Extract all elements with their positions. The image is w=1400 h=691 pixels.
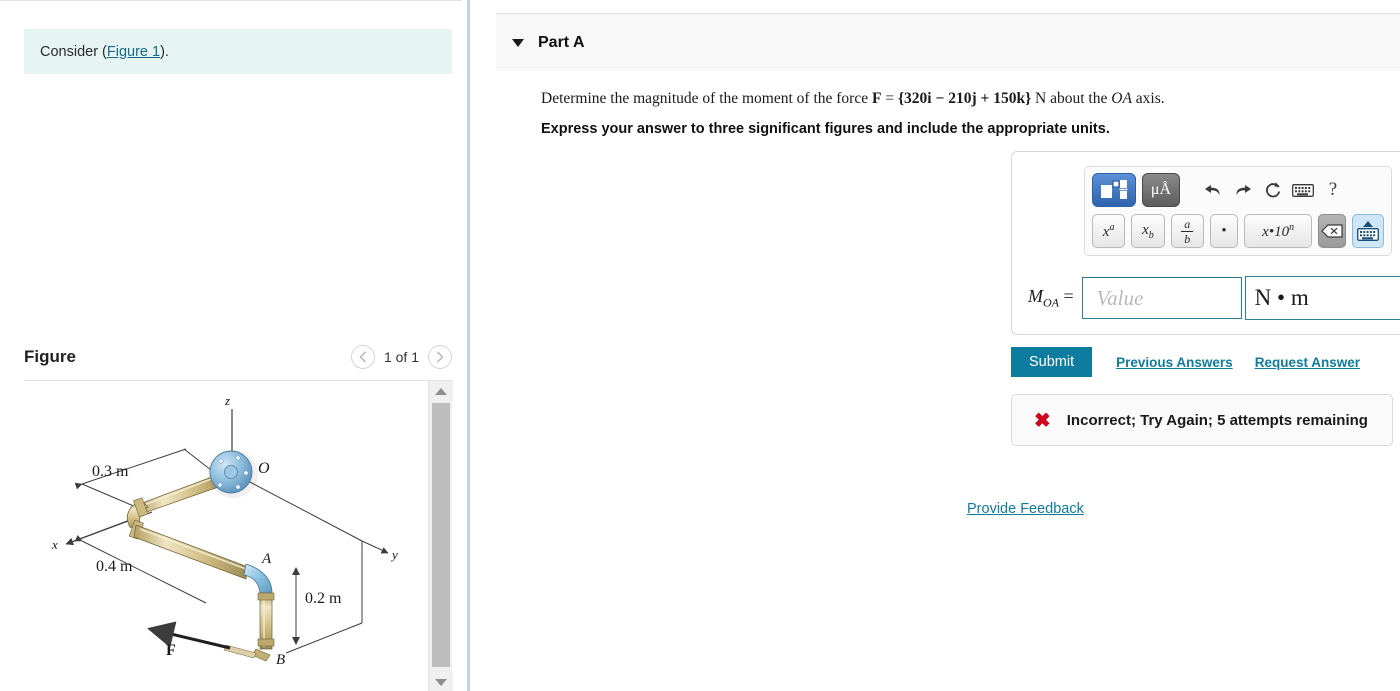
submit-button[interactable]: Submit (1011, 347, 1093, 377)
page-root: Consider (Figure 1). Figure 1 of 1 z x y… (0, 0, 1400, 691)
x-error-icon: ✖ (1034, 409, 1051, 432)
collapse-up-arrow-icon (1363, 221, 1374, 227)
answer-card: μÅ ? xa xb a b • x•10n MOA = Value N • m (1011, 151, 1400, 335)
scientific-notation-icon: x•10n (1262, 221, 1295, 240)
superscript-button[interactable]: xa (1092, 214, 1126, 248)
keyboard-button[interactable] (1288, 176, 1318, 204)
figure-navigation: 1 of 1 (350, 345, 452, 369)
dot-product-icon: • (1221, 222, 1227, 239)
svg-text:O: O (258, 460, 270, 477)
scrollbar-thumb[interactable] (432, 403, 450, 667)
submit-row: Submit Previous Answers Request Answer (1011, 347, 1360, 377)
scroll-down-arrow-icon (435, 678, 447, 686)
toolbar-row-bottom: xa xb a b • x•10n (1092, 214, 1384, 248)
caret-down-icon[interactable] (512, 38, 524, 47)
answer-units-input[interactable]: N • m (1244, 276, 1400, 320)
figure-title: Figure (24, 347, 76, 366)
consider-callout: Consider (Figure 1). (24, 29, 452, 74)
scroll-down-button[interactable] (429, 672, 453, 691)
undo-arrow-icon (1205, 185, 1220, 195)
pipe-assembly-diagram: z x y 0.3 m 0.4 m 0.2 m A B F O (51, 393, 398, 668)
reset-button[interactable] (1258, 176, 1288, 204)
fraction-a-over-b-icon: a b (1181, 218, 1194, 245)
chevron-right-icon (436, 351, 444, 363)
x-subscript-b-icon: xb (1142, 221, 1154, 241)
question-text-part-3: axis. (1131, 90, 1165, 107)
question-equals: = (881, 90, 898, 107)
answer-value-input[interactable]: Value (1081, 277, 1242, 319)
axis-symbol: OA (1111, 90, 1132, 107)
consider-prefix: Consider ( (40, 43, 107, 60)
help-button[interactable]: ? (1318, 176, 1348, 204)
question-statement: Determine the magnitude of the moment of… (541, 88, 1380, 110)
figure-scrollbar[interactable] (428, 381, 453, 691)
part-a-header[interactable]: Part A (496, 13, 1400, 71)
redo-arrow-icon (1236, 185, 1251, 195)
force-vector-value: {320i − 210j + 150k} (897, 90, 1032, 107)
backspace-button[interactable] (1318, 214, 1347, 248)
question-text-part-2: about the (1046, 90, 1112, 107)
svg-text:0.2 m: 0.2 m (305, 590, 342, 607)
x-superscript-a-icon: xa (1102, 221, 1115, 240)
answer-equals: = (1063, 285, 1074, 306)
figure-1-link[interactable]: Figure 1 (107, 44, 160, 60)
chevron-left-icon (359, 351, 367, 363)
math-template-button[interactable] (1092, 173, 1136, 207)
answer-symbol: M (1028, 285, 1043, 306)
question-panel: Part A Determine the magnitude of the mo… (470, 0, 1400, 691)
math-template-icon (1101, 180, 1128, 199)
feedback-status-box: ✖ Incorrect; Try Again; 5 attempts remai… (1011, 394, 1393, 446)
scroll-up-arrow-icon (435, 387, 447, 395)
previous-answers-link[interactable]: Previous Answers (1116, 355, 1233, 370)
question-text-part-1: Determine the magnitude of the moment of… (541, 90, 872, 107)
panel-top-rule (0, 0, 462, 1)
answer-value-placeholder: Value (1096, 285, 1144, 310)
math-toolbar: μÅ ? xa xb a b • x•10n (1084, 166, 1392, 256)
subscript-button[interactable]: xb (1131, 214, 1165, 248)
figure-page-count: 1 of 1 (383, 349, 419, 365)
consider-suffix: ). (160, 43, 169, 60)
figure-image: z x y 0.3 m 0.4 m 0.2 m A B F O (24, 381, 428, 691)
answer-symbol-subscript: OA (1043, 295, 1059, 310)
reset-circular-arrow-icon (1266, 182, 1281, 198)
toggle-keyboard-button[interactable] (1352, 214, 1384, 248)
svg-text:0.3 m: 0.3 m (92, 463, 129, 480)
figure-prev-button[interactable] (350, 345, 375, 369)
answer-row: MOA = Value N • m (1028, 276, 1400, 320)
question-mark-icon: ? (1328, 179, 1338, 200)
svg-text:z: z (224, 393, 230, 408)
figure-next-button[interactable] (428, 345, 452, 369)
toolbar-row-top: μÅ ? (1092, 173, 1384, 207)
answer-symbol-label: MOA = (1028, 286, 1074, 311)
svg-text:F: F (166, 642, 176, 659)
svg-text:B: B (276, 652, 285, 668)
figure-viewport: z x y 0.3 m 0.4 m 0.2 m A B F O (24, 380, 453, 691)
force-unit: N (1031, 90, 1047, 107)
scroll-up-button[interactable] (429, 381, 453, 401)
undo-button[interactable] (1198, 176, 1228, 204)
svg-text:x: x (51, 537, 58, 552)
units-button[interactable]: μÅ (1142, 173, 1180, 207)
fraction-button[interactable]: a b (1170, 214, 1204, 248)
svg-text:y: y (390, 547, 398, 562)
svg-text:A: A (261, 551, 272, 567)
dot-product-button[interactable]: • (1209, 214, 1239, 248)
answer-instruction: Express your answer to three significant… (541, 121, 1110, 137)
keyboard-icon (1292, 183, 1314, 197)
feedback-message: Incorrect; Try Again; 5 attempts remaini… (1066, 411, 1368, 429)
redo-button[interactable] (1228, 176, 1258, 204)
svg-text:0.4 m: 0.4 m (96, 558, 133, 575)
part-a-title: Part A (538, 33, 585, 51)
backspace-icon (1321, 224, 1343, 238)
request-answer-link[interactable]: Request Answer (1255, 355, 1360, 370)
figure-header: Figure 1 of 1 (24, 340, 452, 374)
answer-units-text: N • m (1254, 285, 1309, 310)
figure-panel: Consider (Figure 1). Figure 1 of 1 z x y… (0, 0, 462, 691)
scientific-notation-button[interactable]: x•10n (1244, 214, 1313, 248)
keyboard-collapse-icon (1357, 228, 1380, 241)
provide-feedback-link[interactable]: Provide Feedback (967, 501, 1084, 517)
micro-angstrom-icon: μÅ (1150, 181, 1172, 198)
